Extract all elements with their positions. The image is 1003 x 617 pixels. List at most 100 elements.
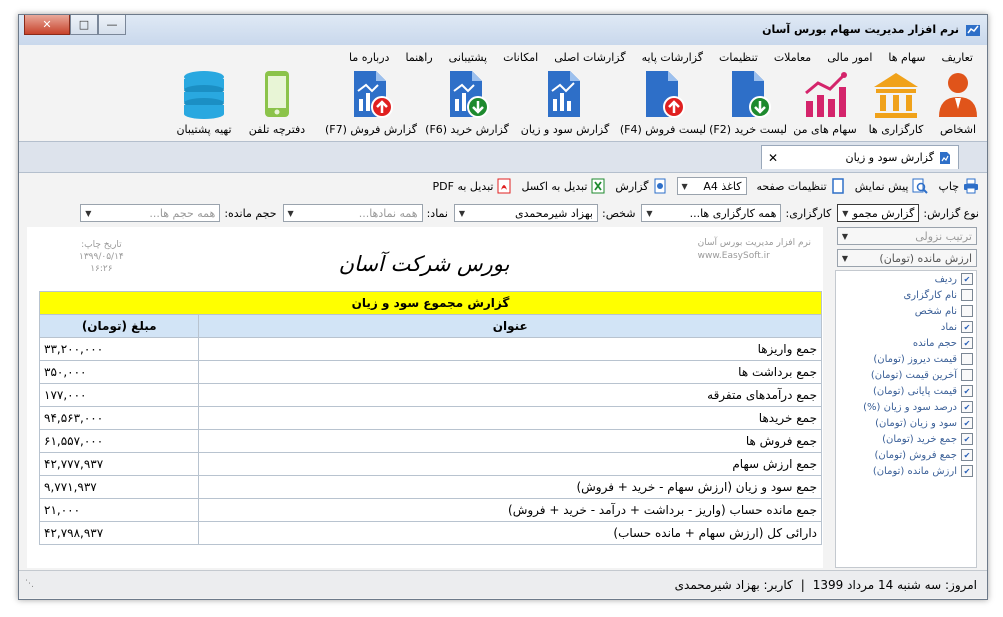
ribbon-persons-button[interactable]: اشخاص [933,69,983,136]
ribbon-buy-report-button[interactable]: گزارش خرید (F6) [421,69,513,136]
sort-order-select[interactable]: ترتیب نزولی ▼ [837,227,977,245]
chevron-down-icon: ▼ [646,208,653,218]
column-checkbox-item[interactable]: ✔ درصد سود و زیان (%) [836,399,976,415]
column-checkbox-item[interactable]: ✔ قیمت پایانی (تومان) [836,383,976,399]
window-controls: — □ ✕ [24,15,126,35]
checkbox-unchecked-icon[interactable] [961,369,973,381]
tab-profit-loss[interactable]: گزارش سود و زیان ✕ [761,145,959,169]
menu-trades[interactable]: معاملات [766,51,819,64]
report-toolbar: چاپ پیش نمایش تنظیمات صفحه کاغذ A4 ▼ گزا… [19,175,987,197]
close-button[interactable]: ✕ [24,15,70,35]
report-title: گزارش مجموع سود و زیان [39,291,822,315]
ribbon-profit-loss-button[interactable]: گزارش سود و زیان [515,69,615,136]
row-title: جمع واریزها [198,337,822,361]
report-header-row: عنوان مبلغ (تومان) [38,314,822,338]
menu-settings[interactable]: تنظیمات [711,51,766,64]
report-table: گزارش مجموع سود و زیان عنوان مبلغ (تومان… [38,291,822,545]
symbol-placeholder: همه نمادها... [358,206,418,220]
person-select[interactable]: بهزاد شیرمحمدی ▼ [453,204,598,222]
table-row: جمع ارزش سهام ۴۲,۷۷۷,۹۳۷ [38,452,822,476]
checkbox-checked-icon[interactable]: ✔ [961,401,973,413]
print-button[interactable]: چاپ [938,178,979,194]
checkbox-checked-icon[interactable]: ✔ [961,449,973,461]
filter-bar: نوع گزارش: گزارش مجموع ▼ کارگزاری: همه ک… [19,201,987,225]
print-date-label: تاریخ چاپ: [81,240,122,250]
export-pdf-button[interactable]: تبدیل به PDF [433,178,512,194]
column-checkbox-label: آخرین قیمت (تومان) [870,369,957,381]
volume-select[interactable]: همه حجم ها... ▼ [80,204,221,222]
export-excel-button[interactable]: تبدیل به اکسل [521,178,605,194]
row-title: جمع ارزش سهام [198,452,822,476]
app-caption: نرم افزار مدیریت بورس آسان [697,238,811,248]
status-separator: | [800,577,805,592]
menu-stocks[interactable]: سهام ها [880,51,933,64]
document-download-icon [732,71,771,118]
ribbon-buy-report-label: گزارش خرید (F6) [425,123,509,136]
paper-size-select[interactable]: کاغذ A4 ▼ [676,177,747,195]
export-pdf-label: تبدیل به PDF [432,179,494,193]
ribbon-sell-report-button[interactable]: گزارش فروش (F7) [323,69,419,136]
paper-size-dropdown[interactable]: کاغذ A4 ▼ [676,177,747,195]
column-checkbox-item[interactable]: ✔ سود و زیان (تومان) [836,415,976,431]
export-excel-label: تبدیل به اکسل [521,179,588,193]
column-checkbox-item[interactable]: ✔ حجم مانده [836,335,976,351]
minimize-button[interactable]: — [98,15,126,35]
column-checkbox-item[interactable]: آخرین قیمت (تومان) [836,367,976,383]
table-row: دارائی کل (ارزش سهام + مانده حساب) ۴۲,۷۹۸… [38,521,822,545]
column-checkbox-item[interactable]: نام شخص [836,303,976,319]
ribbon-brokerages-label: کارگزاری ها [868,123,924,136]
menu-help[interactable]: راهنما [397,51,440,64]
column-checkbox-item[interactable]: نام کارگزاری [836,287,976,303]
checkbox-unchecked-icon[interactable] [961,305,973,317]
menu-basic-reports[interactable]: گزارشات پایه [634,51,711,64]
checkbox-checked-icon[interactable]: ✔ [961,337,973,349]
menu-about[interactable]: درباره ما [341,51,397,64]
chevron-down-icon: ▼ [681,181,688,191]
page-settings-button[interactable]: تنظیمات صفحه [757,178,845,194]
menu-finance[interactable]: امور مالی [819,51,880,64]
pdf-icon [497,178,511,194]
column-checkbox-item[interactable]: ✔ ردیف [836,271,976,287]
checkbox-checked-icon[interactable]: ✔ [961,433,973,445]
ribbon-phonebook-button[interactable]: دفترچه تلفن [243,69,311,136]
menu-support[interactable]: پشتیبانی [441,51,495,64]
column-checkbox-item[interactable]: ✔ نماد [836,319,976,335]
menu-features[interactable]: امکانات [495,51,546,64]
checkbox-checked-icon[interactable]: ✔ [961,465,973,477]
column-checkbox-item[interactable]: ✔ ارزش مانده (تومان) [836,463,976,479]
table-row: جمع مانده حساب (واریز - برداشت + درآمد -… [38,498,822,522]
ribbon-my-stocks-button[interactable]: سهام های من [791,69,859,136]
today-label: امروز: [944,577,977,592]
symbol-select[interactable]: همه نمادها... ▼ [282,204,423,222]
maximize-button[interactable]: □ [70,15,98,35]
checkbox-checked-icon[interactable]: ✔ [961,273,973,285]
brokerage-select[interactable]: همه کارگزاری ها... ▼ [641,204,782,222]
sort-field-select[interactable]: ارزش مانده (تومان) ▼ [837,249,977,267]
column-checkbox-item[interactable]: ✔ جمع فروش (تومان) [836,447,976,463]
today-value: سه شنبه 14 مرداد 1399 [812,577,942,592]
column-checkbox-item[interactable]: قیمت دیروز (تومان) [836,351,976,367]
ribbon-sell-list-button[interactable]: لیست فروش (F4) [617,69,709,136]
ribbon-brokerages-button[interactable]: کارگزاری ها [863,69,929,136]
preview-button[interactable]: پیش نمایش [855,178,929,194]
ribbon-backup-button[interactable]: تهیه پشتیبان [169,69,239,136]
checkbox-unchecked-icon[interactable] [961,289,973,301]
row-title: جمع خریدها [198,406,822,430]
row-title: جمع درآمدهای متفرقه [198,383,822,407]
checkbox-checked-icon[interactable]: ✔ [961,417,973,429]
ribbon-buy-list-button[interactable]: لیست خرید (F2) [709,69,787,136]
report-preview: نرم افزار مدیریت بورس آسان www.EasySoft.… [27,227,823,568]
resize-grip-icon[interactable]: ⋰ [25,579,34,589]
checkbox-unchecked-icon[interactable] [961,353,973,365]
column-checkbox-item[interactable]: ✔ جمع خرید (تومان) [836,431,976,447]
checkbox-checked-icon[interactable]: ✔ [961,321,973,333]
tab-label: گزارش سود و زیان [845,151,934,164]
tab-close-button[interactable]: ✕ [768,151,778,165]
menu-definitions[interactable]: تعاریف [934,51,981,64]
row-amount: ۲۱,۰۰۰ [38,498,200,522]
checkbox-checked-icon[interactable]: ✔ [961,385,973,397]
menu-main-reports[interactable]: گزارشات اصلی [546,51,633,64]
sort-order-value: ترتیب نزولی [915,229,972,243]
report-type-select[interactable]: گزارش مجموع ▼ [837,204,920,222]
report-button[interactable]: گزارش [615,178,666,194]
